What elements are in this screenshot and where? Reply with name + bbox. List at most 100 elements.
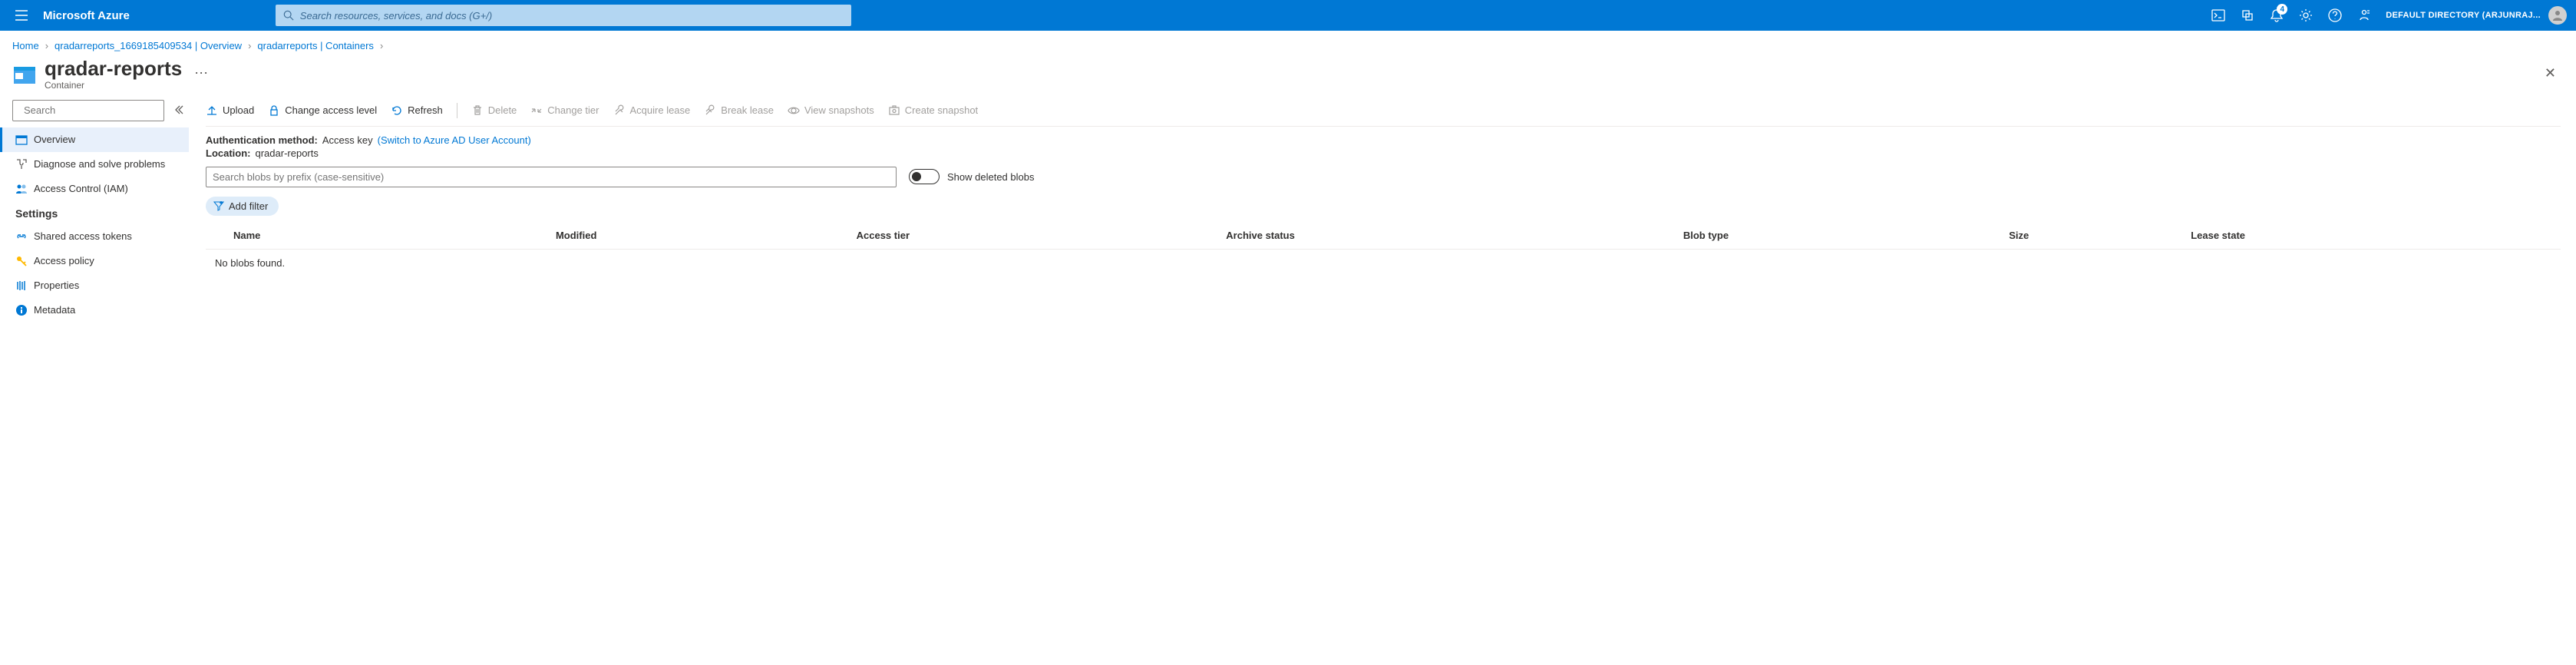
location-label: Location: xyxy=(206,147,251,159)
sidebar-item-shared-access[interactable]: Shared access tokens xyxy=(0,224,189,249)
help-icon[interactable] xyxy=(2321,0,2349,31)
add-filter-icon xyxy=(213,200,224,211)
feedback-icon[interactable] xyxy=(2350,0,2378,31)
button-label: View snapshots xyxy=(804,104,874,116)
acquire-lease-button: Acquire lease xyxy=(613,104,691,117)
sidebar-item-diagnose[interactable]: Diagnose and solve problems xyxy=(0,152,189,177)
sidebar-item-label: Diagnose and solve problems xyxy=(34,158,165,170)
search-icon xyxy=(283,10,294,21)
upload-button[interactable]: Upload xyxy=(206,104,254,117)
create-snapshot-button: Create snapshot xyxy=(888,104,978,117)
settings-icon[interactable] xyxy=(2292,0,2320,31)
user-directory-label[interactable]: DEFAULT DIRECTORY (ARJUNRAJ... xyxy=(2386,11,2541,20)
blobs-table: Name Modified Access tier Archive status… xyxy=(206,222,2561,276)
page-title: qradar-reports xyxy=(45,58,182,80)
sidebar-item-label: Access policy xyxy=(34,255,94,266)
page-header: qradar-reports Container ⋯ ✕ xyxy=(0,55,2576,97)
breadcrumb-item[interactable]: Home xyxy=(12,40,39,51)
blob-search-input[interactable] xyxy=(213,171,890,183)
column-header[interactable]: Lease state xyxy=(2185,222,2561,250)
sidebar-item-label: Properties xyxy=(34,280,79,291)
overview-icon xyxy=(15,134,28,146)
view-snapshots-button: View snapshots xyxy=(788,104,874,117)
button-label: Change tier xyxy=(547,104,599,116)
sidebar: Overview Diagnose and solve problems Acc… xyxy=(12,97,190,323)
more-actions-icon[interactable]: ⋯ xyxy=(194,65,209,81)
sidebar-search[interactable] xyxy=(12,100,164,121)
sidebar-item-overview[interactable]: Overview xyxy=(0,127,189,152)
blob-prefix-search[interactable] xyxy=(206,167,897,187)
column-header[interactable]: Access tier xyxy=(850,222,1220,250)
key-icon xyxy=(15,255,28,267)
user-avatar[interactable] xyxy=(2548,6,2567,25)
close-icon[interactable]: ✕ xyxy=(2537,61,2564,86)
breadcrumb-item[interactable]: qradarreports_1669185409534 | Overview xyxy=(54,40,242,51)
sidebar-search-input[interactable] xyxy=(24,104,159,116)
break-lease-button: Break lease xyxy=(704,104,774,117)
button-label: Acquire lease xyxy=(630,104,691,116)
button-label: Delete xyxy=(488,104,517,116)
info-icon xyxy=(15,304,28,316)
brand-label[interactable]: Microsoft Azure xyxy=(43,9,130,22)
column-header[interactable]: Modified xyxy=(550,222,850,250)
column-header[interactable]: Archive status xyxy=(1220,222,1677,250)
global-search-bar[interactable] xyxy=(276,5,851,26)
global-search-input[interactable] xyxy=(300,10,844,22)
change-tier-button: Change tier xyxy=(530,104,599,117)
link-icon xyxy=(15,230,28,243)
show-deleted-toggle[interactable] xyxy=(909,169,940,184)
chevron-right-icon: › xyxy=(45,40,48,51)
toggle-knob xyxy=(912,172,921,181)
table-header-row: Name Modified Access tier Archive status… xyxy=(206,222,2561,250)
column-header[interactable]: Blob type xyxy=(1677,222,2003,250)
show-deleted-toggle-wrap: Show deleted blobs xyxy=(909,169,1034,184)
sidebar-item-properties[interactable]: Properties xyxy=(0,273,189,298)
show-deleted-label: Show deleted blobs xyxy=(947,171,1034,183)
switch-auth-link[interactable]: (Switch to Azure AD User Account) xyxy=(378,134,531,146)
cloud-shell-icon[interactable] xyxy=(2204,0,2232,31)
notifications-icon[interactable]: 4 xyxy=(2263,0,2290,31)
button-label: Break lease xyxy=(721,104,774,116)
sidebar-item-iam[interactable]: Access Control (IAM) xyxy=(0,177,189,201)
auth-method-line: Authentication method: Access key (Switc… xyxy=(206,127,2561,147)
refresh-button[interactable]: Refresh xyxy=(391,104,443,117)
column-header[interactable]: Size xyxy=(2003,222,2185,250)
command-toolbar: Upload Change access level Refresh Delet… xyxy=(206,97,2561,127)
column-header[interactable]: Name xyxy=(206,222,550,250)
sidebar-item-label: Access Control (IAM) xyxy=(34,183,128,194)
auth-label: Authentication method: xyxy=(206,134,318,146)
location-line: Location: qradar-reports xyxy=(206,147,2561,167)
collapse-sidebar-icon[interactable] xyxy=(173,104,184,115)
azure-top-bar: Microsoft Azure 4 DEFAULT DIRECTORY (ARJ… xyxy=(0,0,2576,31)
sidebar-item-label: Overview xyxy=(34,134,75,145)
breadcrumb: Home › qradarreports_1669185409534 | Ove… xyxy=(0,31,2576,55)
sidebar-item-label: Shared access tokens xyxy=(34,230,132,242)
hamburger-menu-icon[interactable] xyxy=(6,0,37,31)
directories-icon[interactable] xyxy=(2234,0,2261,31)
breadcrumb-item[interactable]: qradarreports | Containers xyxy=(257,40,374,51)
container-icon xyxy=(12,62,37,87)
button-label: Change access level xyxy=(285,104,377,116)
add-filter-button[interactable]: Add filter xyxy=(206,197,279,216)
location-value: qradar-reports xyxy=(256,147,319,159)
properties-icon xyxy=(15,280,28,292)
chevron-right-icon: › xyxy=(248,40,251,51)
button-label: Refresh xyxy=(408,104,443,116)
main-content: Upload Change access level Refresh Delet… xyxy=(190,97,2576,323)
sidebar-item-metadata[interactable]: Metadata xyxy=(0,298,189,323)
auth-value: Access key xyxy=(322,134,373,146)
delete-button: Delete xyxy=(471,104,517,117)
filter-row: Show deleted blobs xyxy=(206,167,2561,197)
change-access-level-button[interactable]: Change access level xyxy=(268,104,377,117)
sidebar-item-access-policy[interactable]: Access policy xyxy=(0,249,189,273)
table-empty-row: No blobs found. xyxy=(206,249,2561,276)
chevron-right-icon: › xyxy=(380,40,383,51)
sidebar-item-label: Metadata xyxy=(34,304,75,316)
notification-badge: 4 xyxy=(2277,4,2287,15)
button-label: Upload xyxy=(223,104,254,116)
top-icon-group: 4 DEFAULT DIRECTORY (ARJUNRAJ... xyxy=(2204,0,2570,31)
page-subtitle: Container xyxy=(45,80,182,91)
sidebar-section-settings: Settings xyxy=(12,201,190,224)
add-filter-label: Add filter xyxy=(229,200,268,212)
empty-message: No blobs found. xyxy=(206,249,2561,276)
